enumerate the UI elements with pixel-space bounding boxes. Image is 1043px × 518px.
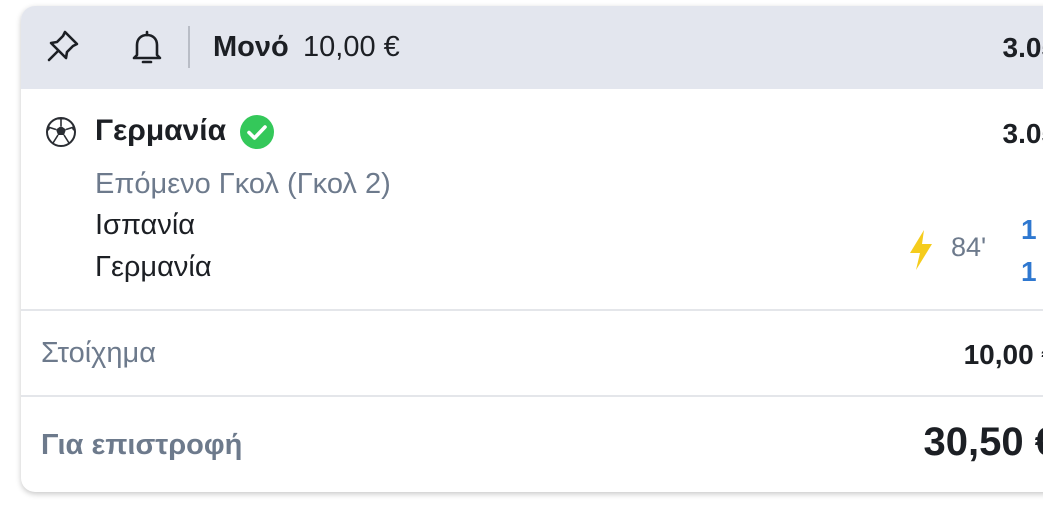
header-odds: 3.05	[1002, 32, 1043, 63]
check-circle-icon	[240, 115, 274, 149]
match-minute: 84'	[951, 232, 987, 262]
market-name: Επόμενο Γκολ (Γκολ 2)	[95, 168, 391, 200]
selection-name: Γερμανία	[95, 114, 227, 147]
return-value: 30,50 €	[923, 420, 1043, 464]
header-stake: 10,00 €	[303, 31, 400, 63]
home-score: 1	[1021, 214, 1037, 245]
soccer-ball-icon	[46, 117, 76, 147]
home-team: Ισπανία	[95, 209, 196, 241]
stake-value: 10,00 €	[963, 339, 1043, 370]
bet-header: Μονό 10,00 € 3.05	[21, 6, 1043, 89]
away-team: Γερμανία	[95, 251, 212, 283]
divider	[21, 395, 1043, 397]
away-score: 1	[1021, 256, 1037, 287]
lightning-icon	[910, 230, 932, 270]
bell-icon[interactable]	[129, 28, 165, 66]
bet-type-label: Μονό	[213, 31, 289, 63]
return-label: Για επιστροφή	[41, 429, 243, 461]
bet-slip-card: Μονό 10,00 € 3.05 Γερμανία 3.05 Επόμενο …	[21, 6, 1043, 492]
header-divider	[188, 26, 190, 68]
selection-odds: 3.05	[1002, 118, 1043, 149]
stake-label: Στοίχημα	[41, 337, 156, 369]
divider	[21, 309, 1043, 311]
pin-icon[interactable]	[45, 28, 81, 64]
